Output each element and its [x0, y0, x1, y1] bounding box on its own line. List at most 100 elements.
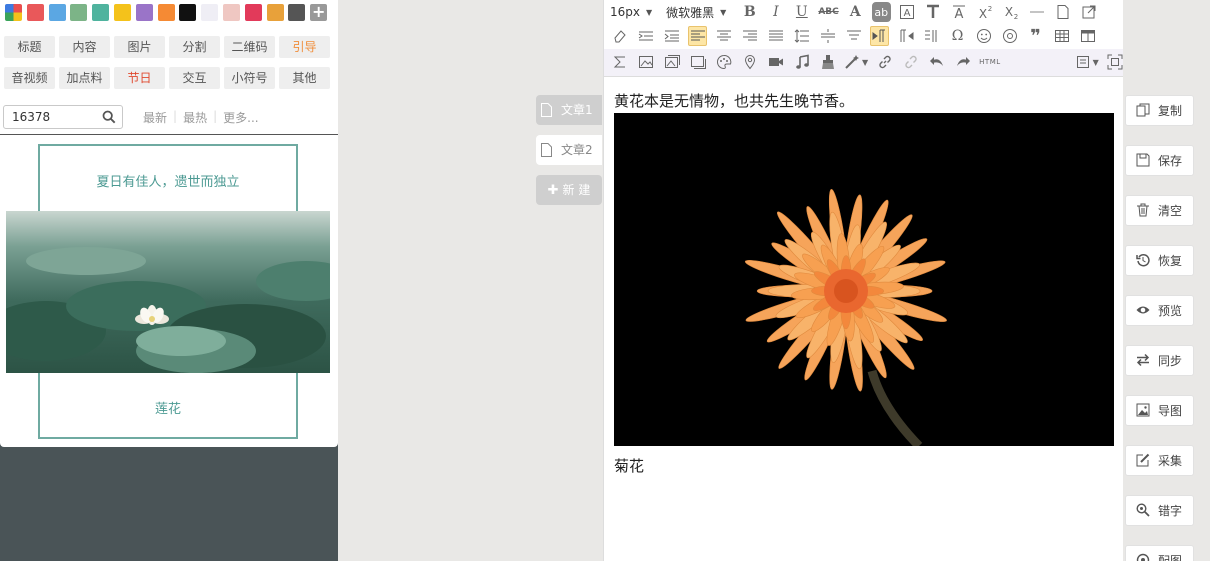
unlink-icon[interactable]	[901, 52, 920, 72]
color-swatch[interactable]	[26, 4, 44, 21]
style-preview-card[interactable]: 夏日有佳人，遗世而独立 莲花	[0, 134, 338, 447]
rtl-icon[interactable]	[896, 26, 915, 46]
eraser-icon[interactable]	[610, 26, 629, 46]
page-icon[interactable]	[1054, 2, 1073, 22]
text-box-icon[interactable]: A	[898, 2, 917, 22]
article-tab-1[interactable]: 文章1	[536, 95, 602, 125]
special-char-button[interactable]: Ω	[948, 26, 967, 46]
template-menu-icon[interactable]: ▼	[1076, 52, 1099, 72]
map-icon[interactable]	[740, 52, 759, 72]
align-justify-icon[interactable]	[766, 26, 785, 46]
save-button[interactable]: 保存	[1125, 145, 1194, 176]
align-center-icon[interactable]	[714, 26, 733, 46]
caption-line[interactable]: 菊花	[614, 454, 1114, 478]
underline-button[interactable]: U	[792, 2, 811, 22]
restore-button[interactable]: 恢复	[1125, 245, 1194, 276]
preview-button[interactable]: 预览	[1125, 295, 1194, 326]
color-swatch[interactable]	[201, 4, 219, 21]
bold-button[interactable]: B	[740, 2, 759, 22]
image-icon[interactable]	[636, 52, 655, 72]
multi-image-icon[interactable]	[662, 52, 681, 72]
fullscreen-icon[interactable]	[1106, 52, 1125, 72]
clear-button[interactable]: 清空	[1125, 195, 1194, 226]
style-search-input[interactable]	[4, 106, 94, 128]
new-article-button[interactable]: ✚ 新 建	[536, 175, 602, 205]
color-swatch[interactable]	[266, 4, 284, 21]
ltr-icon[interactable]	[870, 26, 889, 46]
card-icon[interactable]	[688, 52, 707, 72]
category-extras-button[interactable]: 加点料	[59, 67, 110, 89]
color-swatch[interactable]	[157, 4, 175, 21]
sync-button[interactable]: 同步	[1125, 345, 1194, 376]
category-content-button[interactable]: 内容	[59, 36, 110, 58]
table-icon[interactable]	[1052, 26, 1071, 46]
sort-hottest-link[interactable]: 最热	[183, 109, 207, 126]
color-swatch[interactable]	[222, 4, 240, 21]
music-icon[interactable]	[792, 52, 811, 72]
font-color-button[interactable]: A	[846, 2, 865, 22]
strikethrough-button[interactable]: ABC	[818, 2, 838, 22]
video-icon[interactable]	[766, 52, 785, 72]
text-direction-icon[interactable]	[844, 26, 863, 46]
sort-newest-link[interactable]: 最新	[143, 109, 167, 126]
paragraph-spacing-icon[interactable]	[818, 26, 837, 46]
editor-content[interactable]: 黄花本是无情物，也共先生晚节香。 菊花	[614, 90, 1114, 478]
table-properties-icon[interactable]	[1078, 26, 1097, 46]
link-icon[interactable]	[875, 52, 894, 72]
typo-check-button[interactable]: 错字	[1125, 495, 1194, 526]
category-interactive-button[interactable]: 交互	[169, 67, 220, 89]
subscript-icon[interactable]: X2	[1002, 2, 1021, 22]
italic-button[interactable]: I	[766, 2, 785, 22]
redo-icon[interactable]	[953, 52, 972, 72]
blockquote-button[interactable]: ❞	[1026, 26, 1045, 47]
format-brush-icon[interactable]	[818, 52, 837, 72]
mention-icon[interactable]	[1000, 26, 1019, 46]
chrysanthemum-image[interactable]	[614, 113, 1114, 450]
color-swatch[interactable]	[70, 4, 88, 21]
category-other-button[interactable]: 其他	[279, 67, 330, 89]
more-link[interactable]: 更多...	[223, 109, 258, 126]
align-left-icon[interactable]	[688, 26, 707, 46]
undo-icon[interactable]	[927, 52, 946, 72]
import-image-button[interactable]: 导图	[1125, 395, 1194, 426]
copy-button[interactable]: 复制	[1125, 95, 1194, 126]
superscript-icon[interactable]: X2	[976, 2, 995, 22]
category-media-button[interactable]: 音视频	[4, 67, 55, 89]
color-swatch[interactable]	[113, 4, 131, 21]
text-spacing-icon[interactable]: A	[950, 2, 969, 22]
text-format-icon[interactable]	[924, 2, 943, 22]
color-swatch[interactable]	[244, 4, 262, 21]
category-symbols-button[interactable]: 小符号	[224, 67, 275, 89]
poem-line[interactable]: 黄花本是无情物，也共先生晚节香。	[614, 90, 1114, 112]
color-swatch[interactable]	[288, 4, 306, 21]
align-right-icon[interactable]	[740, 26, 759, 46]
formula-icon[interactable]	[610, 52, 629, 72]
indent-select-icon[interactable]	[636, 26, 655, 46]
article-tab-2[interactable]: 文章2	[536, 135, 602, 165]
category-qrcode-button[interactable]: 二维码	[224, 36, 275, 58]
color-swatch[interactable]	[48, 4, 66, 21]
magic-wand-icon[interactable]: ▼	[844, 52, 868, 72]
column-layout-icon[interactable]	[922, 26, 941, 46]
line-height-icon[interactable]	[792, 26, 811, 46]
font-size-select[interactable]: 16px ▼	[610, 5, 652, 19]
emoji-icon[interactable]	[974, 26, 993, 46]
palette-icon[interactable]	[5, 4, 22, 21]
palette-tool-icon[interactable]	[714, 52, 733, 72]
collect-button[interactable]: 采集	[1125, 445, 1194, 476]
color-swatch[interactable]	[179, 4, 197, 21]
add-color-icon[interactable]: +	[310, 4, 328, 21]
first-line-indent-icon[interactable]	[662, 26, 681, 46]
color-swatch[interactable]	[92, 4, 110, 21]
match-image-button[interactable]: 配图	[1125, 545, 1194, 561]
category-image-button[interactable]: 图片	[114, 36, 165, 58]
category-title-button[interactable]: 标题	[4, 36, 55, 58]
category-festival-button[interactable]: 节日	[114, 67, 165, 89]
search-icon[interactable]	[102, 110, 116, 124]
font-family-select[interactable]: 微软雅黑 ▼	[666, 4, 726, 21]
highlight-button[interactable]: ab	[871, 2, 891, 22]
horizontal-rule-icon[interactable]	[1028, 2, 1047, 22]
category-guide-button[interactable]: 引导	[279, 36, 330, 58]
external-link-icon[interactable]	[1080, 2, 1099, 22]
html-source-button[interactable]: HTML	[979, 52, 1000, 72]
